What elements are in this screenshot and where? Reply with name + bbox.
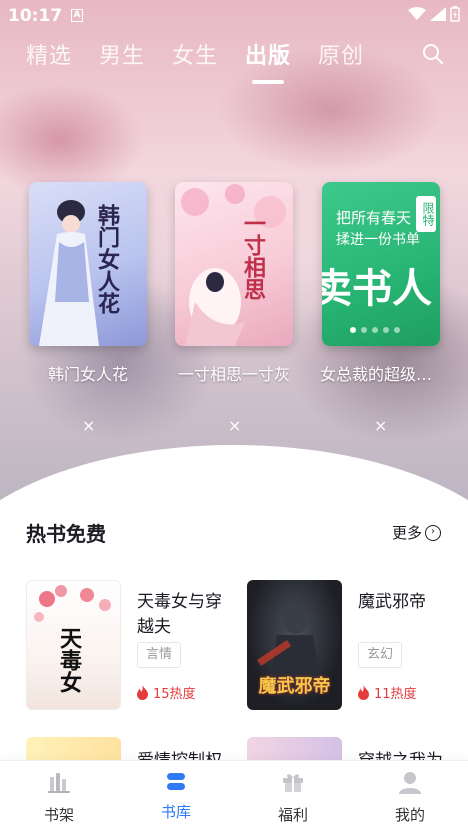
cover-title: 一寸相思: [240, 212, 266, 300]
genre-tag: 言情: [137, 642, 181, 668]
book-title[interactable]: 天毒女与穿越夫: [137, 590, 237, 640]
carousel-dot: [350, 327, 356, 333]
profile-icon: [399, 772, 421, 794]
tab-female[interactable]: 女生: [172, 38, 218, 70]
cover-art: [39, 200, 99, 346]
book-cover[interactable]: 魔武邪帝: [247, 580, 342, 710]
carousel-book-title[interactable]: 女总裁的超级保镖: [320, 361, 440, 385]
cover-title: 韩门女人花: [94, 204, 120, 314]
heat-value: 11热度: [374, 687, 417, 702]
wifi-icon: [408, 7, 426, 20]
carousel-dots: [350, 327, 400, 333]
nav-bookshelf[interactable]: 书架: [19, 761, 99, 832]
search-icon[interactable]: [421, 42, 445, 66]
nav-label: 书架: [43, 806, 74, 824]
cover-badge: 限特: [416, 196, 436, 232]
cover-big-text: 卖书人: [322, 266, 432, 312]
heat-value: 15热度: [153, 687, 196, 702]
carousel-dot: [394, 327, 400, 333]
carousel-book-cover[interactable]: 韩门女人花: [29, 182, 147, 346]
tab-original[interactable]: 原创: [318, 38, 364, 70]
cover-art: [181, 184, 286, 346]
signal-icon: [430, 7, 446, 21]
carousel-book-title[interactable]: 一寸相思一寸灰: [174, 361, 294, 385]
bottom-navigation: 书架 书库 福利 我的: [0, 760, 468, 832]
category-tabs: 精选 男生 女生 出版 原创: [0, 38, 468, 84]
library-icon: [167, 773, 185, 790]
tab-featured[interactable]: 精选: [26, 38, 72, 70]
cover-title: 天毒女: [56, 627, 82, 693]
nav-profile[interactable]: 我的: [370, 761, 450, 832]
flame-icon: [358, 685, 369, 700]
active-tab-indicator: [252, 80, 284, 84]
chevron-right-icon: ›: [425, 524, 442, 541]
carousel-book-cover[interactable]: 把所有春天 揉进一份书单 卖书人 限特: [322, 182, 440, 346]
heat-badge: 11热度: [357, 683, 417, 702]
cover-slogan: 把所有春天: [336, 209, 412, 227]
notification-icon: A: [71, 9, 83, 22]
nav-label: 福利: [277, 806, 308, 824]
carousel-book-cover[interactable]: 一寸相思: [175, 182, 293, 346]
book-cover[interactable]: 天毒女: [26, 580, 121, 710]
gift-icon: [283, 774, 303, 792]
carousel-book-title[interactable]: 韩门女人花: [28, 361, 148, 385]
carousel-dot: [361, 327, 367, 333]
close-icon[interactable]: ×: [228, 416, 241, 435]
status-time: 10:17: [8, 6, 63, 26]
cover-slogan: 揉进一份书单: [336, 232, 420, 248]
cover-title: 魔武邪帝: [258, 676, 331, 697]
nav-label: 书库: [160, 803, 191, 821]
nav-library[interactable]: 书库: [136, 761, 216, 832]
hero-curve: [0, 445, 468, 500]
section-title: 热书免费: [26, 522, 106, 546]
tab-male[interactable]: 男生: [99, 38, 145, 70]
nav-label: 我的: [394, 806, 425, 824]
carousel-dot: [372, 327, 378, 333]
heat-badge: 15热度: [136, 683, 196, 702]
battery-icon: [450, 6, 460, 22]
more-label: 更多: [392, 524, 423, 542]
book-title[interactable]: 魔武邪帝: [358, 590, 458, 615]
bookshelf-icon: [48, 773, 70, 793]
close-icon[interactable]: ×: [374, 416, 387, 435]
status-icons: [408, 6, 460, 22]
close-icon[interactable]: ×: [82, 416, 95, 435]
genre-tag: 玄幻: [358, 642, 402, 668]
status-bar: 10:17 A: [0, 0, 468, 34]
more-button[interactable]: 更多 ›: [392, 522, 442, 543]
tab-published[interactable]: 出版: [245, 38, 291, 70]
carousel-dot: [383, 327, 389, 333]
flame-icon: [137, 685, 148, 700]
nav-rewards[interactable]: 福利: [253, 761, 333, 832]
